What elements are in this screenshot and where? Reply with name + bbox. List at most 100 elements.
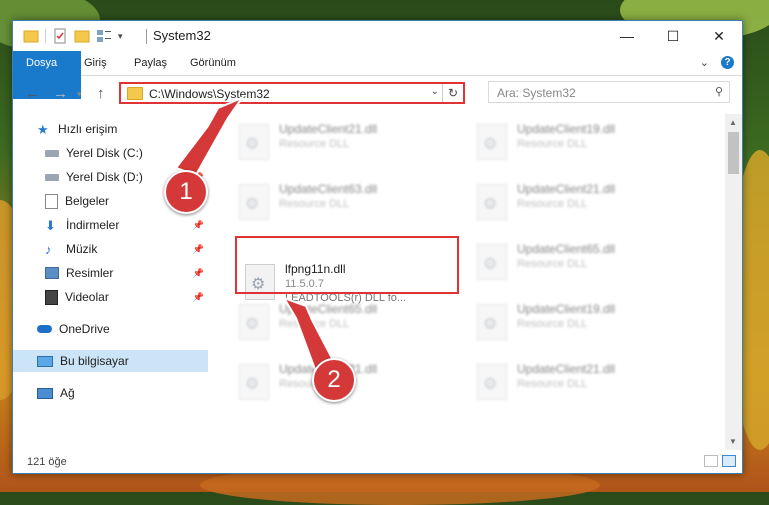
up-arrow-icon[interactable]: ↑ [97, 85, 105, 102]
dll-file-icon [239, 304, 269, 340]
tab-giris[interactable]: Giriş [71, 51, 120, 75]
file-description: Resource DLL [517, 378, 588, 390]
close-button[interactable]: ✕ [696, 21, 742, 51]
network-icon [37, 387, 53, 399]
sidebar-item-label: Resimler [66, 266, 114, 280]
file-item[interactable]: UpdateClient65.dll Resource DLL [231, 298, 451, 346]
file-item[interactable]: UpdateClient21.dll Resource DLL [469, 178, 689, 226]
sidebar-item-label: Bu bilgisayar [60, 354, 129, 368]
search-input[interactable] [495, 84, 699, 102]
pin-icon[interactable]: 📌 [193, 148, 204, 159]
minimize-button[interactable]: — [604, 21, 650, 51]
drive-icon [45, 173, 59, 181]
title-divider [146, 29, 147, 44]
sidebar-item-label: Hızlı erişim [58, 122, 118, 136]
view-toggle [704, 455, 736, 467]
file-name: UpdateClient65.dll [517, 242, 616, 256]
dll-file-icon [477, 184, 507, 220]
navigation-bar: ← → ▾ ↑ C:\Windows\System32 ⌄ ↻ ⚲ [13, 76, 742, 112]
sidebar-item-pictures[interactable]: Resimler 📌 [13, 262, 208, 284]
drive-icon [45, 149, 59, 157]
sidebar-item-label: Müzik [66, 242, 98, 256]
details-view-icon[interactable] [704, 455, 718, 467]
pin-icon[interactable]: 📌 [193, 292, 204, 303]
folder-icon [23, 30, 39, 43]
pin-icon[interactable]: 📌 [193, 244, 204, 255]
refresh-icon[interactable]: ↻ [442, 84, 463, 102]
documents-icon [45, 193, 58, 209]
file-description: Resource DLL [279, 318, 350, 330]
file-item[interactable]: UpdateClient63.dll Resource DLL [231, 178, 451, 226]
vertical-scrollbar[interactable]: ▲ ▼ [725, 114, 742, 450]
address-bar[interactable]: C:\Windows\System32 ⌄ ↻ [119, 82, 465, 104]
search-box[interactable]: ⚲ [488, 81, 730, 103]
dll-file-icon [477, 244, 507, 280]
pictures-icon [45, 267, 59, 279]
back-arrow-icon[interactable]: ← [25, 85, 40, 102]
scroll-down-icon[interactable]: ▼ [729, 437, 737, 446]
sidebar-item-this-pc[interactable]: Bu bilgisayar [13, 350, 208, 372]
toolbar-divider [45, 29, 46, 43]
file-description: Resource DLL [279, 198, 350, 210]
callout-step-2: 2 [312, 358, 356, 402]
file-name: UpdateClient21.dll [517, 182, 616, 196]
pin-icon[interactable]: 📌 [193, 268, 204, 279]
sidebar-item-quick-access[interactable]: ★ Hızlı erişim [13, 118, 208, 140]
callout-step-1: 1 [164, 170, 208, 214]
file-item[interactable]: UpdateClient21.dll Resource DLL [469, 358, 689, 406]
sidebar-item-local-disk-c[interactable]: Yerel Disk (C:) 📌 [13, 142, 208, 164]
address-path[interactable]: C:\Windows\System32 [149, 87, 270, 101]
dll-file-icon [477, 364, 507, 400]
address-dropdown-icon[interactable]: ⌄ [431, 86, 439, 97]
file-item[interactable]: UpdateClient21.dll Resource DLL [231, 118, 451, 166]
file-item[interactable]: UpdateClient65.dll Resource DLL [469, 238, 689, 286]
recent-locations-icon[interactable]: ▾ [77, 89, 82, 100]
item-count: 121 öğe [27, 456, 67, 468]
sidebar-item-downloads[interactable]: ⬇ İndirmeler 📌 [13, 214, 208, 236]
file-item[interactable]: UpdateClient19.dll Resource DLL [469, 118, 689, 166]
scroll-up-icon[interactable]: ▲ [729, 118, 737, 127]
forward-arrow-icon[interactable]: → [53, 85, 68, 102]
tab-gorunum[interactable]: Görünüm [177, 51, 249, 75]
sidebar-item-label: Ağ [60, 386, 75, 400]
tiles-view-icon[interactable] [722, 455, 736, 467]
file-name: UpdateClient19.dll [517, 122, 616, 136]
scrollbar-thumb[interactable] [728, 132, 739, 174]
sidebar-item-videos[interactable]: Videolar 📌 [13, 286, 208, 308]
window-title: System32 [153, 28, 211, 43]
star-icon: ★ [37, 121, 49, 137]
view-options-icon[interactable] [96, 28, 112, 44]
cloud-icon [37, 325, 52, 333]
customize-dropdown-icon[interactable]: ▾ [118, 31, 123, 42]
file-description: Resource DLL [279, 138, 350, 150]
sidebar-item-label: Yerel Disk (D:) [66, 170, 143, 184]
sidebar-item-music[interactable]: ♪ Müzik 📌 [13, 238, 208, 260]
file-item[interactable]: UpdateClient19.dll Resource DLL [469, 298, 689, 346]
new-folder-icon[interactable] [74, 28, 90, 44]
sidebar-item-label: Belgeler [65, 194, 110, 208]
properties-icon[interactable] [52, 28, 68, 44]
ribbon-right-controls: ⌄ ? [700, 56, 734, 69]
file-name: UpdateClient65.dll [279, 302, 378, 316]
videos-icon [45, 289, 58, 305]
status-bar: 121 öğe [13, 451, 742, 473]
file-name: UpdateClient19.dll [517, 302, 616, 316]
file-name: UpdateClient63.dll [279, 182, 378, 196]
sidebar-item-label: İndirmeler [66, 218, 120, 232]
sidebar-item-label: Yerel Disk (C:) [66, 146, 143, 160]
maximize-button[interactable]: ☐ [650, 21, 696, 51]
pin-icon[interactable]: 📌 [193, 220, 204, 231]
help-icon[interactable]: ? [721, 56, 734, 69]
file-name: UpdateClient21.dll [517, 362, 616, 376]
expand-ribbon-icon[interactable]: ⌄ [700, 56, 709, 69]
download-icon: ⬇ [45, 217, 56, 233]
computer-icon [37, 355, 53, 367]
folder-icon [127, 87, 143, 100]
search-icon[interactable]: ⚲ [715, 85, 723, 98]
sidebar-item-label: OneDrive [59, 322, 110, 336]
dll-file-icon [239, 184, 269, 220]
sidebar-item-onedrive[interactable]: OneDrive [13, 318, 208, 340]
sidebar-item-network[interactable]: Ağ [13, 382, 208, 404]
navigation-pane: ★ Hızlı erişim Yerel Disk (C:) 📌 Yerel D… [13, 114, 208, 444]
tab-paylas[interactable]: Paylaş [121, 51, 180, 75]
